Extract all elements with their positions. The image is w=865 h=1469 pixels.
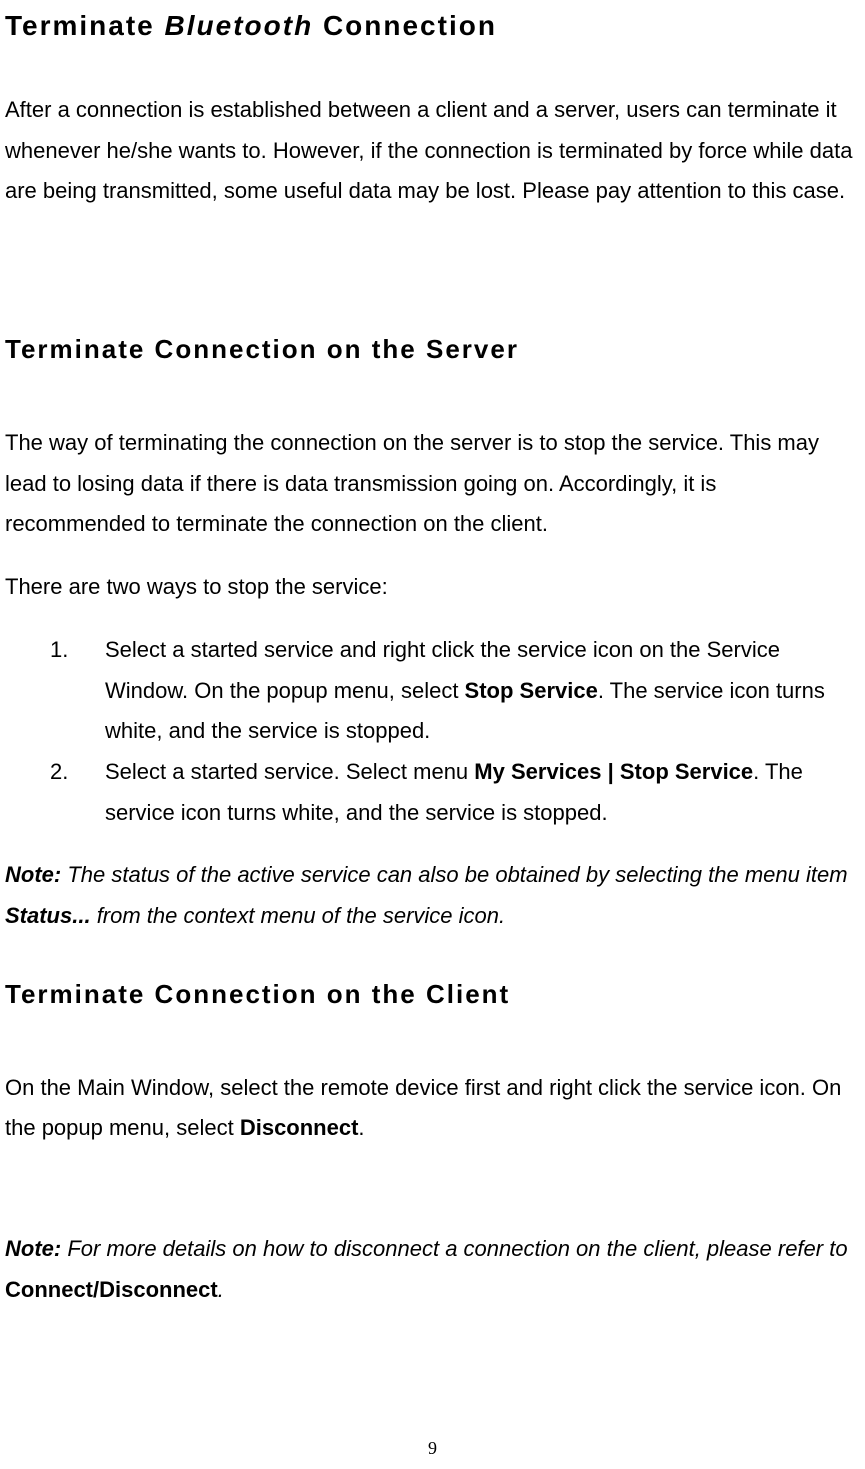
note-bold: Status... (5, 903, 91, 928)
list-text-a: Select a started service. Select menu (105, 759, 474, 784)
note-text-a: The status of the active service can als… (61, 862, 847, 887)
list-item: 1. Select a started service and right cl… (83, 630, 860, 752)
client-bold: Disconnect (240, 1115, 359, 1140)
title-part-2: Connection (313, 10, 497, 41)
title-italic: Bluetooth (165, 10, 314, 41)
list-bold: My Services | Stop Service (474, 759, 753, 784)
note-text-b: . (218, 1277, 224, 1302)
note-bold: Connect/Disconnect (5, 1277, 218, 1302)
note-text-a: For more details on how to disconnect a … (61, 1236, 847, 1261)
server-paragraph-2: There are two ways to stop the service: (5, 567, 860, 608)
server-paragraph-1: The way of terminating the connection on… (5, 423, 860, 545)
page-title: Terminate Bluetooth Connection (5, 10, 860, 42)
client-section-heading: Terminate Connection on the Client (5, 979, 860, 1010)
note-label: Note: (5, 862, 61, 887)
note-label: Note: (5, 1236, 61, 1261)
note-client: Note: For more details on how to disconn… (5, 1229, 860, 1310)
client-paragraph: On the Main Window, select the remote de… (5, 1068, 860, 1149)
client-text-a: On the Main Window, select the remote de… (5, 1075, 841, 1141)
list-item: 2. Select a started service. Select menu… (83, 752, 860, 833)
list-number: 2. (50, 752, 68, 793)
client-text-b: . (358, 1115, 364, 1140)
steps-list: 1. Select a started service and right cl… (5, 630, 860, 833)
list-bold: Stop Service (465, 678, 598, 703)
list-number: 1. (50, 630, 68, 671)
page-number: 9 (0, 1438, 865, 1459)
server-section-heading: Terminate Connection on the Server (5, 334, 860, 365)
intro-paragraph: After a connection is established betwee… (5, 90, 860, 212)
note-server: Note: The status of the active service c… (5, 855, 860, 936)
note-text-b: from the context menu of the service ico… (91, 903, 506, 928)
title-part-1: Terminate (5, 10, 165, 41)
